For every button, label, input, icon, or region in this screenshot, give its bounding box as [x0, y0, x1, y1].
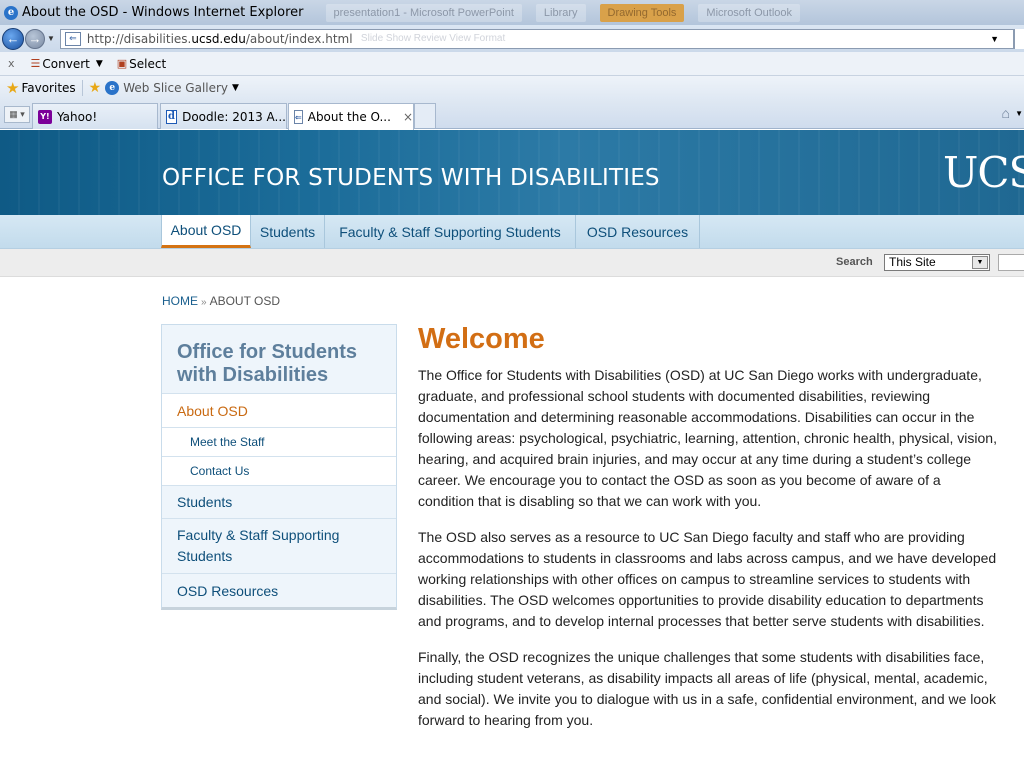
quick-tabs-icon: ▦ ▾ [9, 109, 25, 119]
yahoo-favicon-icon: Y! [38, 109, 52, 124]
tab-doodle[interactable]: d Doodle: 2013 A... [160, 103, 287, 129]
sidebar-item-faculty-staff[interactable]: Faculty & Staff Supporting Students [162, 519, 396, 574]
search-scope-select[interactable]: This Site ▼ [884, 254, 990, 271]
sidebar-item-about-osd[interactable]: About OSD [162, 394, 396, 428]
close-tab-icon[interactable]: × [403, 110, 413, 124]
sidebar-item-students[interactable]: Students [162, 486, 396, 519]
add-favorite-icon[interactable]: ★ [89, 80, 102, 96]
window-title-bar: e About the OSD - Windows Internet Explo… [0, 0, 1024, 25]
home-icon[interactable]: ⌂ [1002, 105, 1010, 121]
breadcrumb-current: ABOUT OSD [209, 294, 281, 308]
ghost-ribbon-text: Slide Show Review View Format [360, 32, 506, 44]
tab-label: About the O... [307, 110, 391, 124]
intro-paragraph: The Office for Students with Disabilitie… [418, 367, 997, 509]
main-navigation: About OSD Students Faculty & Staff Suppo… [0, 215, 1024, 249]
pdf-toolbar: x ☰ Convert ▼ ▣ Select [0, 52, 1024, 76]
compat-view-button[interactable] [1014, 28, 1024, 49]
background-window: Microsoft Outlook [698, 3, 801, 22]
page-favicon-icon: ⇐ [64, 31, 81, 46]
chevron-down-icon[interactable]: ▼ [1015, 109, 1023, 118]
favorites-bar: ★ Favorites ★ e Web Slice Gallery ▼ [0, 76, 1024, 100]
closing-paragraph: Finally, the OSD recognizes the unique c… [418, 649, 996, 728]
web-slice-icon: e [105, 81, 120, 95]
tab-about-osd[interactable]: ⇐ About the O... × [288, 103, 414, 130]
convert-icon: ☰ [30, 57, 41, 70]
convert-label: Convert [42, 56, 90, 71]
address-bar-row: ← → ▼ ⇐ http://disabilities.ucsd.edu/abo… [0, 25, 1024, 52]
chevron-down-icon[interactable]: ▼ [232, 83, 239, 93]
doodle-favicon-icon: d [166, 109, 178, 124]
sidebar-nav: Office for Students with Disabilities Ab… [161, 324, 397, 610]
close-toolbar-button[interactable]: x [8, 57, 15, 70]
window-title: About the OSD - Windows Internet Explore… [22, 5, 304, 20]
search-scope-value: This Site [889, 255, 936, 269]
background-window: presentation1 - Microsoft PowerPoint [325, 3, 522, 22]
faculty-paragraph: The OSD also serves as a resource to UC … [418, 529, 997, 629]
back-button[interactable]: ← [2, 27, 24, 50]
tab-yahoo[interactable]: Y! Yahoo! [32, 103, 158, 129]
page-favicon-icon: ⇐ [294, 110, 303, 124]
ucsd-logo[interactable]: UCS [943, 148, 1024, 197]
web-slice-gallery-link[interactable]: Web Slice Gallery [123, 81, 228, 95]
back-arrow-icon: ← [6, 31, 20, 46]
breadcrumb-home-link[interactable]: HOME [162, 294, 198, 308]
convert-button[interactable]: ☰ Convert ▼ [31, 57, 103, 71]
chevron-down-icon: ▼ [95, 58, 103, 69]
site-banner: OFFICE FOR STUDENTS WITH DISABILITIES UC… [0, 130, 1024, 215]
forward-arrow-icon: → [28, 31, 42, 46]
breadcrumb-separator: » [201, 297, 207, 308]
select-button[interactable]: ▣ Select [117, 57, 166, 71]
search-bar: Search This Site ▼ [0, 249, 1024, 277]
tab-bar: ▦ ▾ Y! Yahoo! d Doodle: 2013 A... ⇐ Abou… [0, 100, 1024, 130]
new-tab-button[interactable] [414, 103, 436, 128]
sidebar-heading[interactable]: Office for Students with Disabilities [162, 325, 396, 394]
site-title[interactable]: OFFICE FOR STUDENTS WITH DISABILITIES [162, 165, 660, 191]
select-icon: ▣ [116, 57, 128, 70]
nav-faculty-staff[interactable]: Faculty & Staff Supporting Students [325, 215, 576, 248]
sidebar-item-meet-the-staff[interactable]: Meet the Staff [162, 428, 396, 457]
search-label: Search [836, 256, 873, 268]
chevron-down-icon: ▼ [972, 256, 988, 269]
address-url: http://disabilities.ucsd.edu/about/index… [86, 31, 353, 46]
history-dropdown-icon[interactable]: ▼ [47, 34, 55, 43]
address-input[interactable]: ⇐ http://disabilities.ucsd.edu/about/ind… [59, 28, 1014, 49]
favorites-star-icon: ★ [6, 79, 20, 97]
divider [81, 80, 83, 96]
select-label: Select [129, 56, 167, 71]
nav-about-osd[interactable]: About OSD [161, 215, 251, 248]
tab-label: Yahoo! [57, 109, 98, 124]
main-content: Welcome The Office for Students with Dis… [418, 323, 998, 746]
breadcrumb: HOME» ABOUT OSD [162, 294, 280, 308]
address-dropdown-icon[interactable]: ▼ [990, 34, 999, 44]
background-windows: presentation1 - Microsoft PowerPoint Lib… [325, 3, 801, 22]
favorites-button[interactable]: Favorites [21, 81, 75, 95]
background-window: Library [535, 3, 586, 22]
tab-label: Doodle: 2013 A... [182, 109, 286, 124]
background-window: Drawing Tools [599, 3, 685, 22]
nav-students[interactable]: Students [251, 215, 325, 248]
sidebar-item-osd-resources[interactable]: OSD Resources [162, 574, 396, 607]
search-input[interactable] [998, 254, 1024, 271]
internet-explorer-icon: e [4, 5, 18, 20]
web-page: OFFICE FOR STUDENTS WITH DISABILITIES UC… [0, 130, 1024, 768]
sidebar-item-contact-us[interactable]: Contact Us [162, 457, 396, 486]
page-title: Welcome [418, 323, 545, 355]
nav-osd-resources[interactable]: OSD Resources [576, 215, 700, 248]
forward-button[interactable]: → [25, 28, 45, 49]
quick-tabs-button[interactable]: ▦ ▾ [4, 106, 30, 123]
